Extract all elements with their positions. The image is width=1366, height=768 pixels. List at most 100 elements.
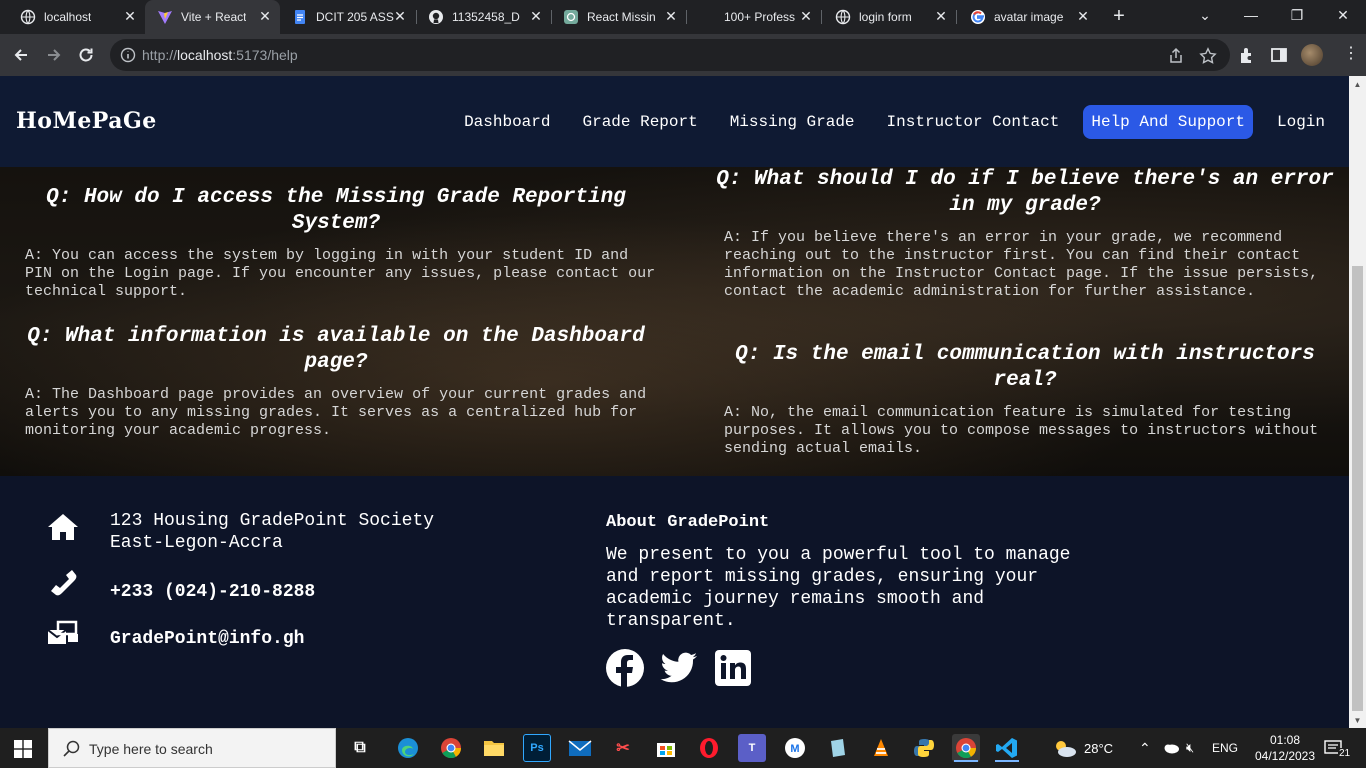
- nav-missing-grade[interactable]: Missing Grade: [722, 105, 863, 139]
- site-header: HoMePaGe Dashboard Grade Report Missing …: [0, 76, 1349, 167]
- mail-icon[interactable]: [566, 734, 594, 762]
- faq-answer: A: You can access the system by logging …: [25, 247, 656, 300]
- teams-icon[interactable]: T: [738, 734, 766, 762]
- faq-item: Q: What information is available on the …: [16, 324, 656, 440]
- weather-widget[interactable]: 28°C: [1052, 728, 1113, 768]
- new-tab-button[interactable]: +: [1109, 6, 1129, 26]
- about-text: We present to you a powerful tool to man…: [606, 545, 1071, 631]
- close-tab-icon[interactable]: ✕: [934, 9, 948, 23]
- mail-bulk-icon: [47, 620, 78, 644]
- globe-icon: [835, 9, 851, 25]
- site-brand[interactable]: HoMePaGe: [16, 108, 157, 134]
- site-footer: 123 Housing GradePoint Society East-Lego…: [0, 476, 1349, 728]
- linkedin-icon[interactable]: [713, 648, 753, 688]
- faq-item: Q: What should I do if I believe there's…: [715, 167, 1335, 301]
- vlc-icon[interactable]: [867, 734, 895, 762]
- faq-section: Q: How do I access the Missing Grade Rep…: [0, 167, 1349, 476]
- task-view-icon[interactable]: ⧉: [346, 734, 374, 762]
- docs-icon: [292, 9, 308, 25]
- scroll-up-icon[interactable]: ▲: [1353, 80, 1362, 89]
- browser-tab-profess[interactable]: 100+ Profess ✕: [686, 0, 821, 34]
- close-tab-icon[interactable]: ✕: [529, 9, 543, 23]
- store-icon[interactable]: [652, 734, 680, 762]
- edge-icon[interactable]: [394, 734, 422, 762]
- browser-tab-dcit[interactable]: DCIT 205 ASS ✕: [280, 0, 415, 34]
- share-icon[interactable]: [1167, 47, 1185, 65]
- nav-login[interactable]: Login: [1269, 105, 1333, 139]
- svg-text:M: M: [790, 743, 799, 755]
- phone-icon: [51, 570, 77, 596]
- tab-search-icon[interactable]: ⌄: [1182, 0, 1228, 30]
- facebook-icon[interactable]: [605, 648, 645, 688]
- notes-icon[interactable]: [824, 734, 852, 762]
- volume-muted-icon[interactable]: 🔇︎: [1186, 728, 1194, 768]
- side-panel-icon[interactable]: [1270, 46, 1288, 64]
- tab-title: avatar image: [994, 10, 1064, 24]
- faq-question: Q: What information is available on the …: [27, 325, 645, 374]
- twitter-icon[interactable]: [659, 648, 699, 688]
- vscode-icon[interactable]: [993, 734, 1021, 762]
- faq-question: Q: What should I do if I believe there's…: [716, 168, 1334, 217]
- nav-dashboard[interactable]: Dashboard: [456, 105, 558, 139]
- language-indicator[interactable]: ENG: [1212, 728, 1238, 768]
- profile-avatar[interactable]: [1301, 44, 1323, 66]
- close-tab-icon[interactable]: ✕: [1076, 9, 1090, 23]
- app-icon[interactable]: M: [781, 734, 809, 762]
- browser-tab-login-form[interactable]: login form ✕: [821, 0, 956, 34]
- close-tab-icon[interactable]: ✕: [664, 9, 678, 23]
- vite-icon: [157, 9, 173, 25]
- close-tab-icon[interactable]: ✕: [258, 9, 272, 23]
- nav-instructor-contact[interactable]: Instructor Contact: [879, 105, 1068, 139]
- back-button[interactable]: [8, 42, 34, 68]
- page-scrollbar[interactable]: ▲ ▼: [1349, 76, 1366, 728]
- nav-help-and-support[interactable]: Help And Support: [1083, 105, 1253, 139]
- faq-item: Q: How do I access the Missing Grade Rep…: [16, 185, 656, 301]
- clock-time: 01:08: [1269, 733, 1301, 747]
- browser-tab-avatar-image[interactable]: avatar image ✕: [956, 0, 1098, 34]
- menu-icon[interactable]: ⋮: [1343, 46, 1359, 62]
- bookmark-star-icon[interactable]: [1199, 47, 1217, 65]
- snip-icon[interactable]: ✂: [609, 734, 637, 762]
- close-window-button[interactable]: ✕: [1320, 0, 1366, 30]
- browser-tab-github[interactable]: 11352458_D ✕: [416, 0, 551, 34]
- nav-grade-report[interactable]: Grade Report: [574, 105, 705, 139]
- taskbar-search[interactable]: Type here to search: [48, 728, 336, 768]
- close-tab-icon[interactable]: ✕: [799, 9, 813, 23]
- faq-question: Q: How do I access the Missing Grade Rep…: [46, 186, 626, 235]
- notifications-button[interactable]: 21: [1324, 728, 1352, 768]
- page-viewport: HoMePaGe Dashboard Grade Report Missing …: [0, 76, 1349, 728]
- tray-chevron-up-icon[interactable]: ⌃: [1139, 728, 1151, 768]
- onedrive-cloud-icon[interactable]: [1162, 728, 1180, 768]
- footer-email[interactable]: GradePoint@info.gh: [110, 628, 304, 650]
- browser-tab-localhost[interactable]: localhost ✕: [0, 0, 145, 34]
- photoshop-icon[interactable]: Ps: [523, 734, 551, 762]
- github-icon: [428, 9, 444, 25]
- chrome-icon[interactable]: [437, 734, 465, 762]
- windows-start-icon[interactable]: [14, 740, 32, 758]
- minimize-button[interactable]: —: [1228, 0, 1274, 30]
- browser-tab-vite-react[interactable]: Vite + React ✕: [145, 0, 280, 34]
- info-icon[interactable]: [120, 47, 136, 63]
- tab-title: login form: [859, 10, 912, 24]
- python-icon[interactable]: [910, 734, 938, 762]
- taskbar-clock[interactable]: 01:08 04/12/2023: [1250, 732, 1320, 764]
- tab-title: Vite + React: [181, 10, 247, 24]
- scroll-thumb[interactable]: [1352, 266, 1363, 711]
- faq-answer: A: The Dashboard page provides an overvi…: [25, 386, 647, 439]
- extensions-icon[interactable]: [1238, 46, 1256, 64]
- footer-phone[interactable]: +233 (024)-210-8288: [110, 581, 315, 603]
- forward-button[interactable]: [41, 42, 67, 68]
- opera-icon[interactable]: [695, 734, 723, 762]
- home-icon: [48, 514, 78, 540]
- browser-tab-react-missing[interactable]: React Missin ✕: [551, 0, 686, 34]
- url-text: http://localhost:5173/help: [142, 47, 298, 63]
- reload-button[interactable]: [73, 42, 99, 68]
- close-tab-icon[interactable]: ✕: [393, 9, 407, 23]
- file-explorer-icon[interactable]: [480, 734, 508, 762]
- address-bar[interactable]: http://localhost:5173/help: [110, 39, 1230, 71]
- tab-title: 11352458_D: [452, 10, 520, 24]
- close-tab-icon[interactable]: ✕: [123, 9, 137, 23]
- scroll-down-icon[interactable]: ▼: [1353, 716, 1362, 725]
- chrome-running-icon[interactable]: [952, 734, 980, 762]
- maximize-button[interactable]: ❐: [1274, 0, 1320, 30]
